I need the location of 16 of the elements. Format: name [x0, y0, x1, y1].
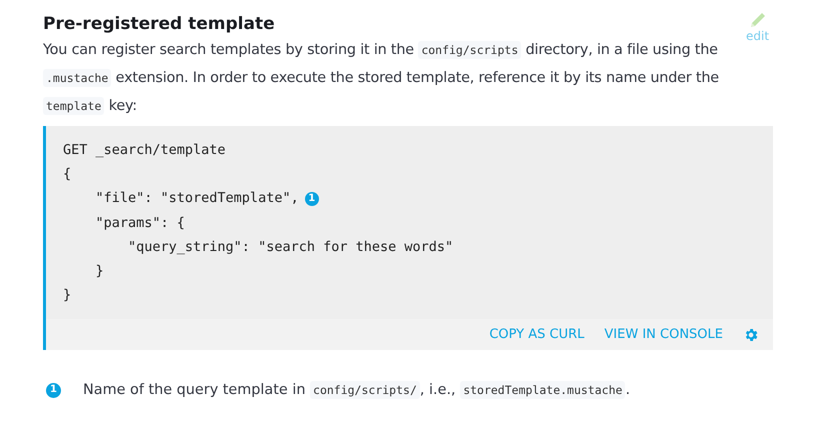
code-line: "query_string": "search for these words": [127, 238, 454, 255]
callout-badge: 1: [46, 382, 61, 398]
code-line: {: [63, 166, 72, 182]
description-text: You can register search templates by storing it in the config/scripts directory, in a file using the .mustache extension. In order to execute the stored template, reference it by its name under the template key:: [43, 40, 720, 117]
callout-text: Name of the query template in config/scripts/ , i.e., storedTemplate.mustache .: [83, 380, 630, 402]
callout-badge: 1: [304, 192, 319, 206]
code-line: "params": {: [94, 214, 185, 231]
section-heading: Pre-registered template: [43, 13, 275, 36]
code-line: }: [63, 287, 72, 304]
code-line: GET _search/template: [63, 142, 226, 158]
settings-icon[interactable]: [743, 326, 759, 343]
code-line: }: [94, 263, 104, 280]
code-line: "file": "storedTemplate",: [94, 190, 299, 206]
edit-link[interactable]: edit: [746, 30, 770, 42]
action-link[interactable]: VIEW IN CONSOLE: [604, 327, 723, 342]
action-link[interactable]: COPY AS CURL: [489, 327, 584, 342]
